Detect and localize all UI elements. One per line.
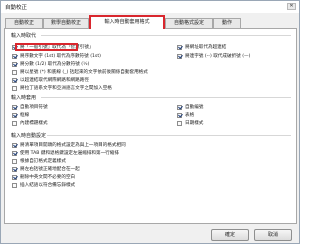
checkbox-borders[interactable]: 框線 <box>12 112 29 118</box>
checkbox-label: 根據自訂格式定義樣式 <box>20 159 66 164</box>
close-button[interactable]: ✕ <box>287 3 296 10</box>
checkbox-label: 將拉丁語系文字和亞洲語言文字之間加入空格 <box>20 86 112 91</box>
tab-autocorrect[interactable]: 自動校正 <box>5 18 43 28</box>
checkbox-memo-closing[interactable]: 插入結語以符合備忘錄樣式 <box>12 182 75 188</box>
checkbox-label: 將左右括號正確地配合在一起 <box>20 167 80 172</box>
checkbox-remove-spaces[interactable]: 刪除中英文間不必要的空白 <box>12 174 75 180</box>
section-apply-heading: 輸入時套用 <box>11 95 37 101</box>
autocorrect-dialog: 自動校正 ✕ 自動校正 數學自動校正 輸入時自動套用格式 自動格式設定 動作 輸… <box>0 0 300 244</box>
checkbox-box[interactable] <box>12 85 17 91</box>
checkbox-dashes[interactable]: 將連字號 (--) 取代成破折號 (—) <box>177 53 250 59</box>
highlight-box <box>15 43 78 51</box>
checkbox-label: 自動編號 <box>185 105 204 110</box>
checkbox-tables[interactable]: 表格 <box>177 112 194 118</box>
checkbox-box[interactable] <box>12 69 17 75</box>
checkbox-bold-italic[interactable]: 將以星號 (*) 和底線 (_) 括起來的文字依前後關係自動套用格式 <box>12 69 148 75</box>
checkbox-box[interactable] <box>177 120 182 126</box>
tab-math-autocorrect[interactable]: 數學自動校正 <box>43 18 89 28</box>
checkbox-numbered-lists[interactable]: 自動編號 <box>177 104 203 110</box>
checkbox-bulleted-lists[interactable]: 自動項目符號 <box>12 104 48 110</box>
checkbox-date-styles[interactable]: 日期樣式 <box>177 120 203 126</box>
checkbox-internet-paths[interactable]: 以超連結取代網際網路和網路路徑 <box>12 77 89 83</box>
checkbox-latin-asian-space[interactable]: 將拉丁語系文字和亞洲語言文字之間加入空格 <box>12 85 112 91</box>
checkbox-box[interactable] <box>12 142 17 148</box>
checkbox-box[interactable] <box>12 158 17 164</box>
checkbox-box[interactable] <box>12 112 17 118</box>
checkbox-label: 將序數文字 (1st) 取代為序數符號 (1st) <box>20 54 101 59</box>
checkbox-box[interactable] <box>12 104 17 110</box>
checkbox-label: 刪除中英文間不必要的空白 <box>20 175 76 180</box>
checkbox-tab-indent[interactable]: 使用 TAB 鍵和退格鍵設定左邊縮排和第一行縮排 <box>12 150 119 156</box>
checkbox-ordinals[interactable]: 將序數文字 (1st) 取代為序數符號 (1st) <box>12 53 101 59</box>
checkbox-box[interactable] <box>12 150 17 156</box>
checkbox-label: 將分數 (1/2) 取代為分數符號 (½) <box>20 62 90 67</box>
tab-autoformat-as-you-type[interactable]: 輸入時自動套用格式 <box>89 15 165 29</box>
checkbox-label: 日期樣式 <box>185 121 204 126</box>
cancel-button[interactable]: 取消 <box>254 229 292 241</box>
checkbox-box[interactable] <box>12 166 17 172</box>
checkbox-label: 以超連結取代網際網路和網路路徑 <box>20 78 89 83</box>
checkbox-label: 將連字號 (--) 取代成破折號 (—) <box>185 54 251 59</box>
checkbox-box[interactable] <box>12 77 17 83</box>
checkbox-match-parentheses[interactable]: 將左右括號正確地配合在一起 <box>12 166 80 172</box>
checkbox-box[interactable] <box>177 112 182 118</box>
section-divider <box>47 135 291 136</box>
checkbox-label: 將以星號 (*) 和底線 (_) 括起來的文字依前後關係自動套用格式 <box>20 70 148 75</box>
tab-panel: 輸入時取代 將「一般引號」取代為「智慧引號」 將序數文字 (1st) 取代為序數… <box>4 28 297 224</box>
checkbox-urls-hyperlinks[interactable]: 將網址取代為超連結 <box>177 44 226 50</box>
checkbox-box[interactable] <box>12 61 17 67</box>
checkbox-box[interactable] <box>12 182 17 188</box>
tab-actions[interactable]: 動作 <box>213 18 241 28</box>
title-bar: 自動校正 ✕ <box>1 1 299 13</box>
checkbox-label: 將網址取代為超連結 <box>185 45 227 50</box>
checkbox-box[interactable] <box>177 104 182 110</box>
checkbox-box[interactable] <box>12 120 17 126</box>
checkbox-label: 插入結語以符合備忘錄樣式 <box>20 183 76 188</box>
checkbox-label: 表格 <box>185 113 195 118</box>
section-auto-heading: 輸入時自動設定 <box>11 133 47 139</box>
checkbox-define-styles[interactable]: 根據自訂格式定義樣式 <box>12 158 66 164</box>
checkbox-box[interactable] <box>12 174 17 180</box>
window-title: 自動校正 <box>5 5 28 11</box>
checkbox-fractions[interactable]: 將分數 (1/2) 取代為分數符號 (½) <box>12 61 89 67</box>
tab-autoformat[interactable]: 自動格式設定 <box>165 18 213 28</box>
section-divider <box>41 97 291 98</box>
section-replace-heading: 輸入時取代 <box>11 33 37 39</box>
checkbox-label: 框線 <box>20 113 30 118</box>
ok-button[interactable]: 確定 <box>211 229 249 241</box>
checkbox-heading-styles[interactable]: 內建標題樣式 <box>12 120 48 126</box>
checkbox-label: 內建標題樣式 <box>20 121 48 126</box>
checkbox-box[interactable] <box>177 44 182 50</box>
checkbox-label: 使用 TAB 鍵和退格鍵設定左邊縮排和第一行縮排 <box>20 151 119 156</box>
section-divider <box>41 35 291 36</box>
checkbox-list-format[interactable]: 將清單項目開頭的格式設定為與上一項目的格式相同 <box>12 142 126 148</box>
checkbox-label: 自動項目符號 <box>20 105 48 110</box>
checkbox-box[interactable] <box>12 53 17 59</box>
checkbox-label: 將清單項目開頭的格式設定為與上一項目的格式相同 <box>20 143 126 148</box>
checkbox-box[interactable] <box>177 53 182 59</box>
